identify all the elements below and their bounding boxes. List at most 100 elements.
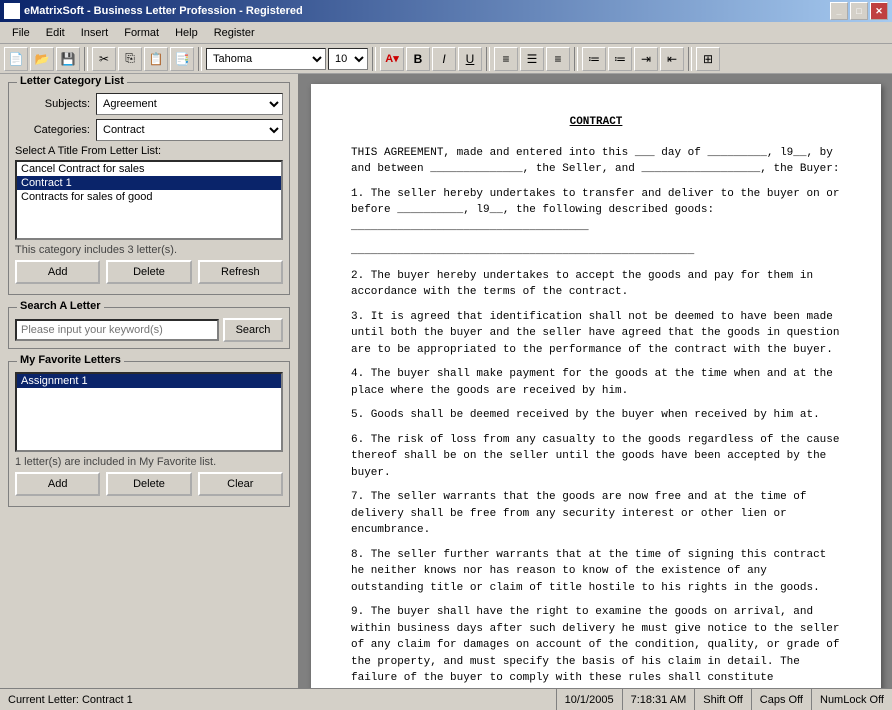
list-button[interactable]: ≔ [582, 47, 606, 71]
cut-button[interactable]: ✂ [92, 47, 116, 71]
right-panel: CONTRACT THIS AGREEMENT, made and entere… [300, 74, 892, 688]
favorites-info: 1 letter(s) are included in My Favorite … [15, 456, 283, 468]
letter-category-title: Letter Category List [17, 75, 127, 87]
save-button[interactable]: 💾 [56, 47, 80, 71]
search-button[interactable]: Search [223, 318, 283, 342]
search-group: Search A Letter Search [8, 307, 290, 349]
minimize-button[interactable]: _ [830, 2, 848, 20]
search-input[interactable] [15, 319, 219, 341]
search-content: Search [15, 318, 283, 342]
app-icon [4, 3, 20, 19]
toolbar-separator-3 [372, 47, 376, 71]
doc-para-1: 1. The seller hereby undertakes to trans… [351, 186, 841, 236]
underline-button[interactable]: U [458, 47, 482, 71]
favorites-list-item-0[interactable]: Assignment 1 [17, 374, 281, 388]
menu-help[interactable]: Help [167, 25, 206, 41]
doc-para-5: 4. The buyer shall make payment for the … [351, 366, 841, 399]
document-scroll[interactable]: CONTRACT THIS AGREEMENT, made and entere… [300, 74, 892, 688]
menu-register[interactable]: Register [206, 25, 263, 41]
close-button[interactable]: ✕ [870, 2, 888, 20]
italic-button[interactable]: I [432, 47, 456, 71]
align-left-button[interactable]: ≡ [494, 47, 518, 71]
title-bar-buttons: _ □ ✕ [830, 2, 888, 20]
document-page: CONTRACT THIS AGREEMENT, made and entere… [311, 84, 881, 688]
letter-list-item-0[interactable]: Cancel Contract for sales [17, 162, 281, 176]
fav-btn-row: Add Delete Clear [15, 472, 283, 496]
doc-para-2: ________________________________________… [351, 243, 841, 260]
menu-bar: File Edit Insert Format Help Register [0, 22, 892, 44]
status-numlock: NumLock Off [812, 689, 892, 710]
open-button[interactable]: 📂 [30, 47, 54, 71]
letter-category-group: Letter Category List Subjects: Agreement… [8, 82, 290, 295]
doc-para-10: 9. The buyer shall have the right to exa… [351, 604, 841, 688]
outdent-button[interactable]: ⇤ [660, 47, 684, 71]
toolbar-separator-5 [574, 47, 578, 71]
letter-list[interactable]: Cancel Contract for sales Contract 1 Con… [15, 160, 283, 240]
indent-button[interactable]: ⇥ [634, 47, 658, 71]
status-time: 7:18:31 AM [623, 689, 696, 710]
fav-clear-button[interactable]: Clear [198, 472, 283, 496]
add-letter-button[interactable]: Add [15, 260, 100, 284]
menu-edit[interactable]: Edit [38, 25, 73, 41]
doc-para-8: 7. The seller warrants that the goods ar… [351, 489, 841, 539]
select-title-label: Select A Title From Letter List: [15, 145, 283, 157]
menu-insert[interactable]: Insert [73, 25, 117, 41]
doc-para-7: 6. The risk of loss from any casualty to… [351, 432, 841, 482]
extra2-button[interactable]: ⊞ [696, 47, 720, 71]
favorites-title: My Favorite Letters [17, 354, 124, 366]
status-date: 10/1/2005 [557, 689, 623, 710]
categories-label: Categories: [15, 124, 90, 136]
doc-para-3: 2. The buyer hereby undertakes to accept… [351, 268, 841, 301]
favorites-content: Assignment 1 1 letter(s) are included in… [15, 372, 283, 496]
maximize-button[interactable]: □ [850, 2, 868, 20]
favorites-group: My Favorite Letters Assignment 1 1 lette… [8, 361, 290, 507]
status-current-letter: Current Letter: Contract 1 [0, 689, 557, 710]
document-title: CONTRACT [351, 114, 841, 131]
new-button[interactable]: 📄 [4, 47, 28, 71]
font-select[interactable]: Tahoma [206, 48, 326, 70]
font-size-select[interactable]: 10 [328, 48, 368, 70]
doc-para-9: 8. The seller further warrants that at t… [351, 547, 841, 597]
status-shift: Shift Off [695, 689, 752, 710]
paste-button[interactable]: 📋 [144, 47, 168, 71]
doc-para-4: 3. It is agreed that identification shal… [351, 309, 841, 359]
bold-button[interactable]: B [406, 47, 430, 71]
copy-button[interactable]: ⎘ [118, 47, 142, 71]
subjects-select[interactable]: Agreement [96, 93, 283, 115]
toolbar-separator-6 [688, 47, 692, 71]
status-caps: Caps Off [752, 689, 812, 710]
menu-file[interactable]: File [4, 25, 38, 41]
align-center-button[interactable]: ☰ [520, 47, 544, 71]
categories-row: Categories: Contract [15, 119, 283, 141]
refresh-button[interactable]: Refresh [198, 260, 283, 284]
align-right-button[interactable]: ≡ [546, 47, 570, 71]
status-bar: Current Letter: Contract 1 10/1/2005 7:1… [0, 688, 892, 710]
toolbar-separator-1 [84, 47, 88, 71]
fav-add-button[interactable]: Add [15, 472, 100, 496]
numberedlist-button[interactable]: ≔ [608, 47, 632, 71]
left-panel: Letter Category List Subjects: Agreement… [0, 74, 300, 688]
delete-letter-button[interactable]: Delete [106, 260, 191, 284]
letter-list-item-2[interactable]: Contracts for sales of good [17, 190, 281, 204]
title-bar: eMatrixSoft - Business Letter Profession… [0, 0, 892, 22]
subjects-row: Subjects: Agreement [15, 93, 283, 115]
favorites-list[interactable]: Assignment 1 [15, 372, 283, 452]
letter-category-content: Subjects: Agreement Categories: Contract… [15, 93, 283, 284]
letter-btn-row: Add Delete Refresh [15, 260, 283, 284]
extra-button[interactable]: 📑 [170, 47, 194, 71]
search-row: Search [15, 318, 283, 342]
letter-list-item-1[interactable]: Contract 1 [17, 176, 281, 190]
toolbar-separator-2 [198, 47, 202, 71]
toolbar: 📄 📂 💾 ✂ ⎘ 📋 📑 Tahoma 10 A▾ B I U ≡ ☰ ≡ ≔… [0, 44, 892, 74]
main-container: Letter Category List Subjects: Agreement… [0, 74, 892, 688]
fav-delete-button[interactable]: Delete [106, 472, 191, 496]
search-section-title: Search A Letter [17, 300, 104, 312]
categories-select[interactable]: Contract [96, 119, 283, 141]
doc-para-0: THIS AGREEMENT, made and entered into th… [351, 145, 841, 178]
doc-para-6: 5. Goods shall be deemed received by the… [351, 407, 841, 424]
subjects-label: Subjects: [15, 98, 90, 110]
toolbar-separator-4 [486, 47, 490, 71]
menu-format[interactable]: Format [116, 25, 167, 41]
font-color-button[interactable]: A▾ [380, 47, 404, 71]
category-info: This category includes 3 letter(s). [15, 244, 283, 256]
